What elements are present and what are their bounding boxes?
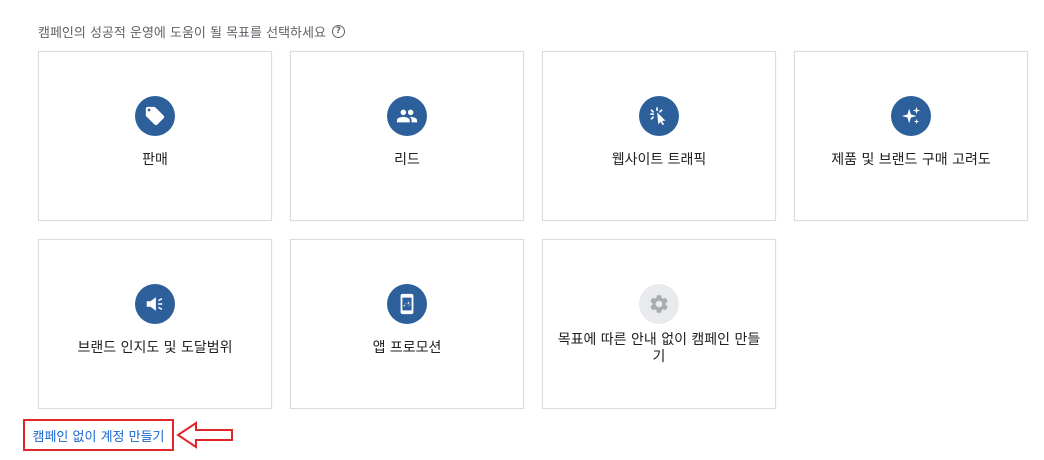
goal-label: 판매: [142, 152, 168, 168]
leads-people-icon: [387, 96, 427, 136]
goal-card-sales[interactable]: 판매: [38, 51, 272, 221]
goal-label: 브랜드 인지도 및 도달범위: [77, 340, 233, 356]
goal-card-website-traffic[interactable]: 웹사이트 트래픽: [542, 51, 776, 221]
goal-label: 목표에 따른 안내 없이 캠페인 만들기: [557, 332, 761, 365]
help-icon[interactable]: ?: [331, 25, 345, 38]
goal-label: 제품 및 브랜드 구매 고려도: [831, 152, 991, 168]
gear-icon: [639, 284, 679, 324]
goal-card-no-goal-guidance[interactable]: 목표에 따른 안내 없이 캠페인 만들기: [542, 239, 776, 409]
goal-card-leads[interactable]: 리드: [290, 51, 524, 221]
create-account-without-campaign-link[interactable]: 캠페인 없이 계정 만들기: [33, 426, 165, 445]
goal-prompt-text: 캠페인의 성공적 운영에 도움이 될 목표를 선택하세요: [38, 26, 326, 41]
website-traffic-cursor-icon: [639, 96, 679, 136]
sparkle-icon: [891, 96, 931, 136]
highlight-arrow: [176, 421, 233, 449]
highlight-box: 캠페인 없이 계정 만들기: [23, 419, 174, 451]
goal-label: 앱 프로모션: [372, 340, 442, 356]
goal-card-brand-awareness[interactable]: 브랜드 인지도 및 도달범위: [38, 239, 272, 409]
goal-label: 웹사이트 트래픽: [611, 152, 707, 168]
goal-card-consideration[interactable]: 제품 및 브랜드 구매 고려도: [794, 51, 1028, 221]
goal-card-app-promotion[interactable]: 앱 프로모션: [290, 239, 524, 409]
sales-tag-icon: [135, 96, 175, 136]
goal-label: 리드: [394, 152, 420, 168]
goal-selection-page: 캠페인의 성공적 운영에 도움이 될 목표를 선택하세요 ? 판매 리드 웹사이…: [0, 0, 1044, 460]
mobile-app-icon: [387, 284, 427, 324]
goal-prompt: 캠페인의 성공적 운영에 도움이 될 목표를 선택하세요 ?: [38, 22, 345, 41]
megaphone-icon: [135, 284, 175, 324]
